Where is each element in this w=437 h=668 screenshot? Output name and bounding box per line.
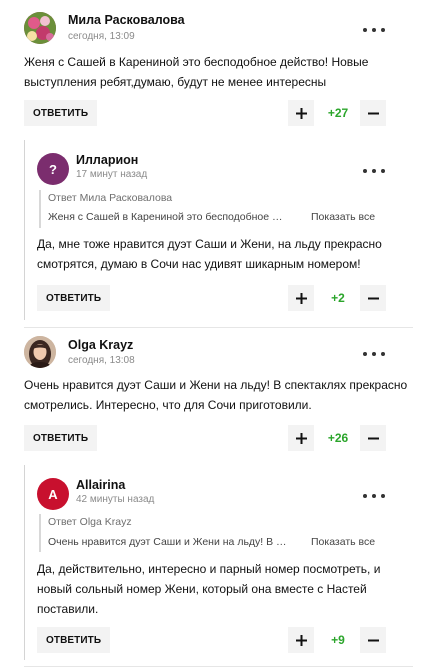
avatar-letter: ? [49, 161, 57, 177]
quote-author[interactable]: Мила Расковалова [80, 192, 172, 204]
downvote-button[interactable] [360, 100, 386, 126]
quote-text: Женя с Сашей в Карениной это бесподобное… [48, 211, 283, 223]
more-options-icon[interactable] [363, 347, 385, 361]
comment-text: Очень нравится дуэт Саши и Жени на льду!… [24, 378, 408, 412]
plus-icon [295, 634, 307, 646]
avatar[interactable] [24, 12, 56, 44]
avatar[interactable] [24, 336, 56, 368]
comment-text: Женя с Сашей в Карениной это бесподобное… [24, 55, 369, 89]
vote-count: +2 [331, 291, 345, 305]
more-options-icon[interactable] [363, 489, 385, 503]
quote-header: Ответ Olga Krayz [48, 516, 132, 528]
upvote-button[interactable] [288, 627, 314, 653]
downvote-button[interactable] [360, 285, 386, 311]
comment-author[interactable]: Allairina [76, 478, 125, 492]
plus-icon [295, 432, 307, 444]
vote-count: +26 [327, 431, 349, 445]
thread-line [24, 140, 25, 320]
comment-time: сегодня, 13:08 [68, 355, 135, 366]
comment-author[interactable]: Olga Krayz [68, 338, 133, 352]
more-options-icon[interactable] [363, 23, 385, 37]
reply-button[interactable]: ОТВЕТИТЬ [24, 100, 98, 126]
upvote-button[interactable] [288, 425, 314, 451]
comment-text: Да, мне тоже нравится дуэт Саши и Жени, … [37, 237, 382, 271]
plus-icon [295, 107, 307, 119]
quote-bar [39, 190, 41, 228]
vote-count: +27 [327, 106, 349, 120]
vote-count: +9 [331, 633, 345, 647]
quote-prefix: Ответ [48, 516, 77, 528]
reply-button[interactable]: ОТВЕТИТЬ [37, 627, 111, 653]
comment-author[interactable]: Мила Расковалова [68, 13, 185, 27]
minus-icon [367, 639, 379, 641]
quote-prefix: Ответ [48, 192, 77, 204]
downvote-button[interactable] [360, 425, 386, 451]
reply-button[interactable]: ОТВЕТИТЬ [24, 425, 98, 451]
quote-header: Ответ Мила Расковалова [48, 192, 172, 204]
avatar[interactable]: ? [37, 153, 69, 185]
divider [24, 666, 413, 667]
comment-time: сегодня, 13:09 [68, 31, 135, 42]
comment-text: Да, действительно, интересно и парный но… [37, 562, 381, 616]
minus-icon [367, 112, 379, 114]
avatar-letter: A [48, 486, 58, 502]
downvote-button[interactable] [360, 627, 386, 653]
minus-icon [367, 297, 379, 299]
reply-button[interactable]: ОТВЕТИТЬ [37, 285, 111, 311]
minus-icon [367, 437, 379, 439]
quote-author[interactable]: Olga Krayz [80, 516, 132, 528]
woman-portrait-icon [24, 336, 56, 368]
comment-time: 17 минут назад [76, 169, 148, 180]
plus-icon [295, 292, 307, 304]
quote-text: Очень нравится дуэт Саши и Жени на льду!… [48, 536, 287, 548]
upvote-button[interactable] [288, 285, 314, 311]
show-all-link[interactable]: Показать все [311, 536, 375, 548]
avatar[interactable]: A [37, 478, 69, 510]
more-options-icon[interactable] [363, 164, 385, 178]
comments-feed: Мила Расковалова сегодня, 13:09 Женя с С… [0, 0, 437, 668]
comment-author[interactable]: Илларион [76, 153, 138, 167]
comment-time: 42 минуты назад [76, 494, 155, 505]
upvote-button[interactable] [288, 100, 314, 126]
floral-photo-icon [24, 12, 56, 44]
show-all-link[interactable]: Показать все [311, 211, 375, 223]
divider [24, 327, 413, 328]
quote-bar [39, 514, 41, 552]
thread-line [24, 465, 25, 660]
